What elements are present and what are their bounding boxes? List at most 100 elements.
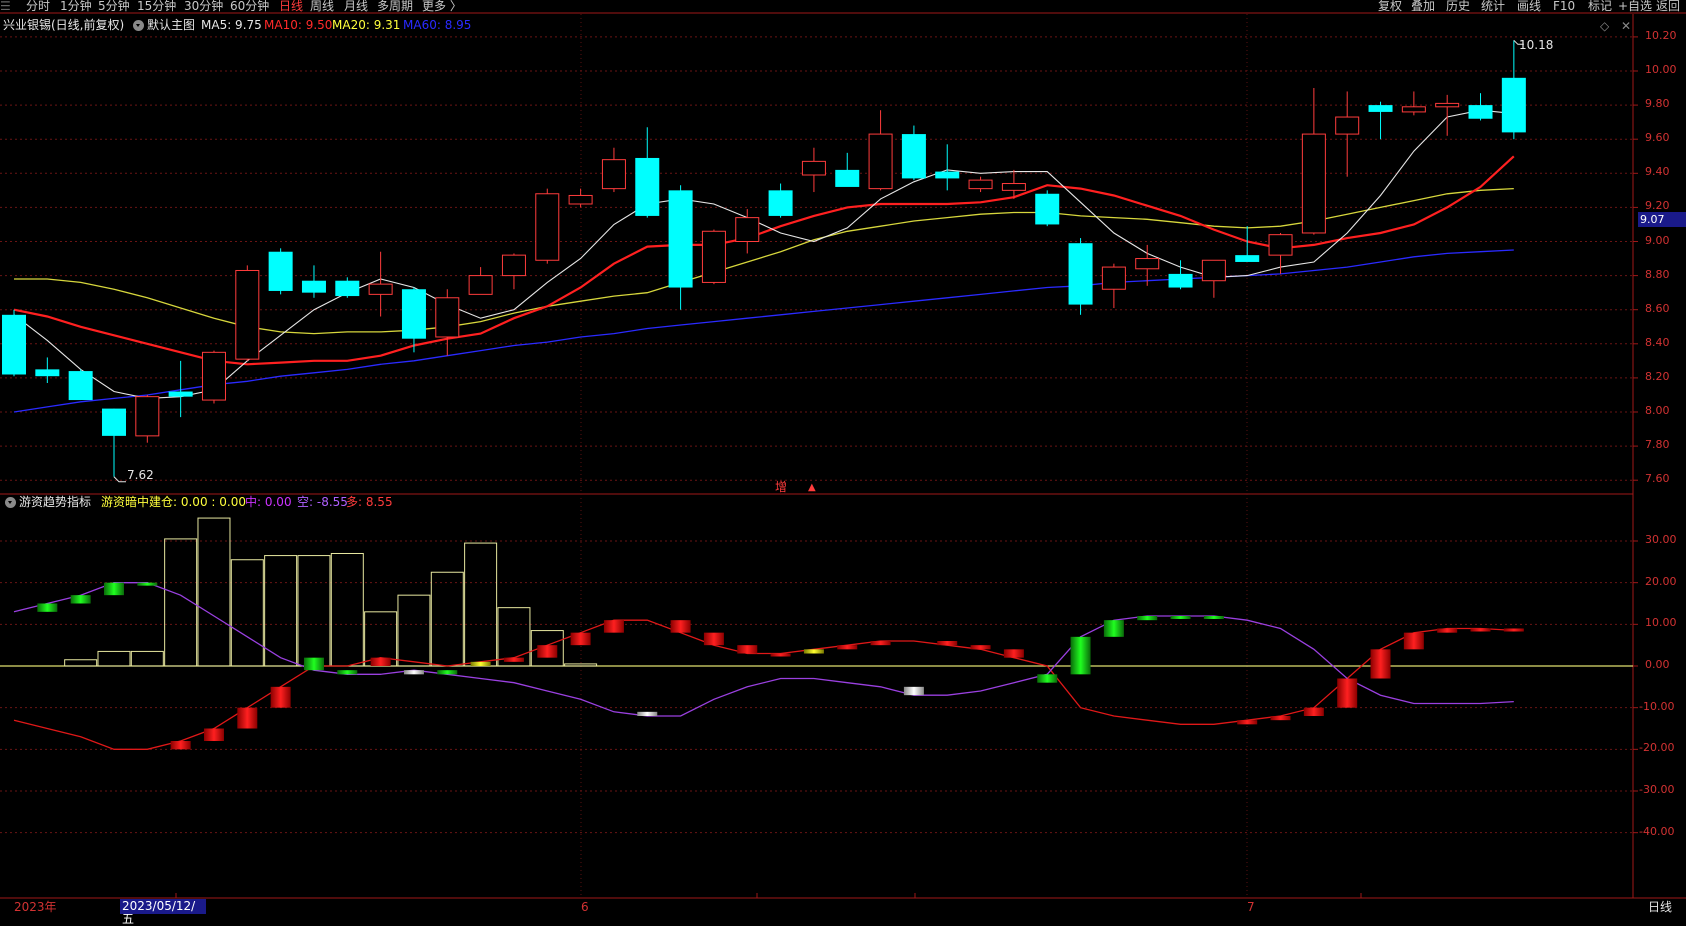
jiancang-bar xyxy=(564,663,598,667)
trend-block xyxy=(503,657,524,662)
period-tag: (日线,前复权) xyxy=(51,18,125,32)
main-y-tick-label: 8.40 xyxy=(1645,335,1670,349)
trend-block xyxy=(570,632,591,646)
main-y-tick-label: 8.80 xyxy=(1645,267,1670,281)
ma10-label: MA10: 9.50 xyxy=(264,18,333,32)
main-y-tick-label: 9.40 xyxy=(1645,165,1670,179)
jiancang-bar xyxy=(64,659,98,667)
main-y-tick-label: 7.80 xyxy=(1645,438,1670,452)
candle-body xyxy=(1168,273,1193,288)
candle-body xyxy=(1401,106,1426,113)
main-y-tick-label: 9.00 xyxy=(1645,233,1670,247)
indicator-value-jiancang: 游资暗中建仓: 0.00 : 0.00 xyxy=(101,495,246,509)
trend-block xyxy=(170,741,191,750)
trend-block xyxy=(970,645,991,650)
trend-block xyxy=(1037,674,1058,683)
trend-block xyxy=(403,670,424,675)
month-label-6: 6 xyxy=(581,900,589,914)
indicator-value-kong: 空: -8.55 xyxy=(297,495,348,509)
candle-body xyxy=(1001,183,1026,191)
trend-block xyxy=(1503,628,1524,632)
close-icon[interactable]: ✕ xyxy=(1621,19,1631,33)
main-y-tick-label: 7.60 xyxy=(1645,472,1670,486)
candle-body xyxy=(1035,193,1060,225)
jiancang-bar xyxy=(330,552,364,667)
candle-body xyxy=(335,280,360,297)
trend-block xyxy=(303,657,324,671)
candle-body xyxy=(401,289,426,339)
trend-block xyxy=(1470,628,1491,632)
year-label: 2023年 xyxy=(14,900,57,914)
trend-block xyxy=(837,645,858,650)
indicator-name[interactable]: 游资趋势指标 xyxy=(19,494,91,510)
trend-block xyxy=(137,582,158,586)
trend-block xyxy=(370,657,391,666)
candle-body xyxy=(268,251,293,291)
trend-block xyxy=(1303,707,1324,717)
candle-body xyxy=(801,160,826,176)
jiancang-bar xyxy=(430,571,464,667)
sub-y-tick-label: 0.00 xyxy=(1645,658,1670,671)
trend-block xyxy=(270,686,291,708)
trend-block xyxy=(737,645,758,654)
indicator-value-duo: 多: 8.55 xyxy=(346,495,393,509)
candle-body xyxy=(735,217,760,243)
trend-block xyxy=(703,632,724,646)
jiancang-bar xyxy=(264,555,298,667)
candle-body xyxy=(101,408,126,436)
candle-body xyxy=(701,230,726,283)
sub-y-tick-label: -40.00 xyxy=(1639,824,1675,838)
candle-body xyxy=(35,369,60,377)
trend-block xyxy=(1137,615,1158,621)
dropdown-icon[interactable] xyxy=(133,20,144,31)
duo-line xyxy=(13,619,1514,750)
trend-block xyxy=(470,661,491,666)
main-y-tick-label: 10.00 xyxy=(1645,63,1677,76)
sub-y-tick-label: 30.00 xyxy=(1645,532,1677,546)
main-y-tick-label: 8.00 xyxy=(1645,404,1670,417)
candle-body xyxy=(501,254,526,277)
candle-body xyxy=(901,134,926,179)
main-y-tick-label: 9.60 xyxy=(1645,131,1670,145)
candle-body xyxy=(168,391,193,397)
candle-body xyxy=(2,314,26,375)
ma60-label: MA60: 8.95 xyxy=(403,18,472,32)
main-y-tick-label: 9.80 xyxy=(1645,97,1670,111)
candle-body xyxy=(301,280,326,293)
candle-body xyxy=(1501,77,1526,133)
current-price-tag: 9.07 xyxy=(1638,212,1686,227)
chart-canvas[interactable] xyxy=(0,0,1686,914)
trend-block xyxy=(337,670,358,675)
trend-block xyxy=(1403,632,1424,650)
jiancang-bar xyxy=(230,559,264,667)
candle-body xyxy=(68,371,93,401)
jiancang-bar xyxy=(97,650,131,667)
candle-body xyxy=(235,269,260,360)
trend-block xyxy=(1270,716,1291,721)
kong-line xyxy=(13,582,1514,717)
indicator-dropdown-icon[interactable] xyxy=(5,497,16,508)
trend-block xyxy=(1337,678,1358,708)
main-chart-name[interactable]: 默认主图 xyxy=(147,17,195,33)
sub-y-tick-label: -20.00 xyxy=(1639,741,1675,755)
trend-block xyxy=(1237,720,1258,725)
main-y-tick-label: 10.20 xyxy=(1645,28,1677,42)
candle-body xyxy=(568,194,593,205)
main-y-tick-label: 9.20 xyxy=(1645,199,1670,213)
candle-body xyxy=(968,179,993,190)
candle-body xyxy=(535,193,560,261)
candle-body xyxy=(468,275,493,295)
jiancang-bar xyxy=(397,594,431,667)
trend-block xyxy=(1370,649,1391,679)
jiancang-bar xyxy=(197,517,231,667)
candle-body xyxy=(668,190,693,288)
main-y-tick-label: 8.20 xyxy=(1645,369,1670,383)
increase-mark: 增 xyxy=(775,480,788,494)
candle-body xyxy=(1068,243,1093,305)
high-price-marker: 10.18 xyxy=(1519,38,1554,52)
sub-y-tick-label: 10.00 xyxy=(1645,616,1677,630)
diamond-icon[interactable]: ◇ xyxy=(1600,19,1609,33)
jiancang-bar xyxy=(464,542,498,667)
candle-body xyxy=(1235,255,1260,262)
candle-body xyxy=(1368,105,1393,112)
